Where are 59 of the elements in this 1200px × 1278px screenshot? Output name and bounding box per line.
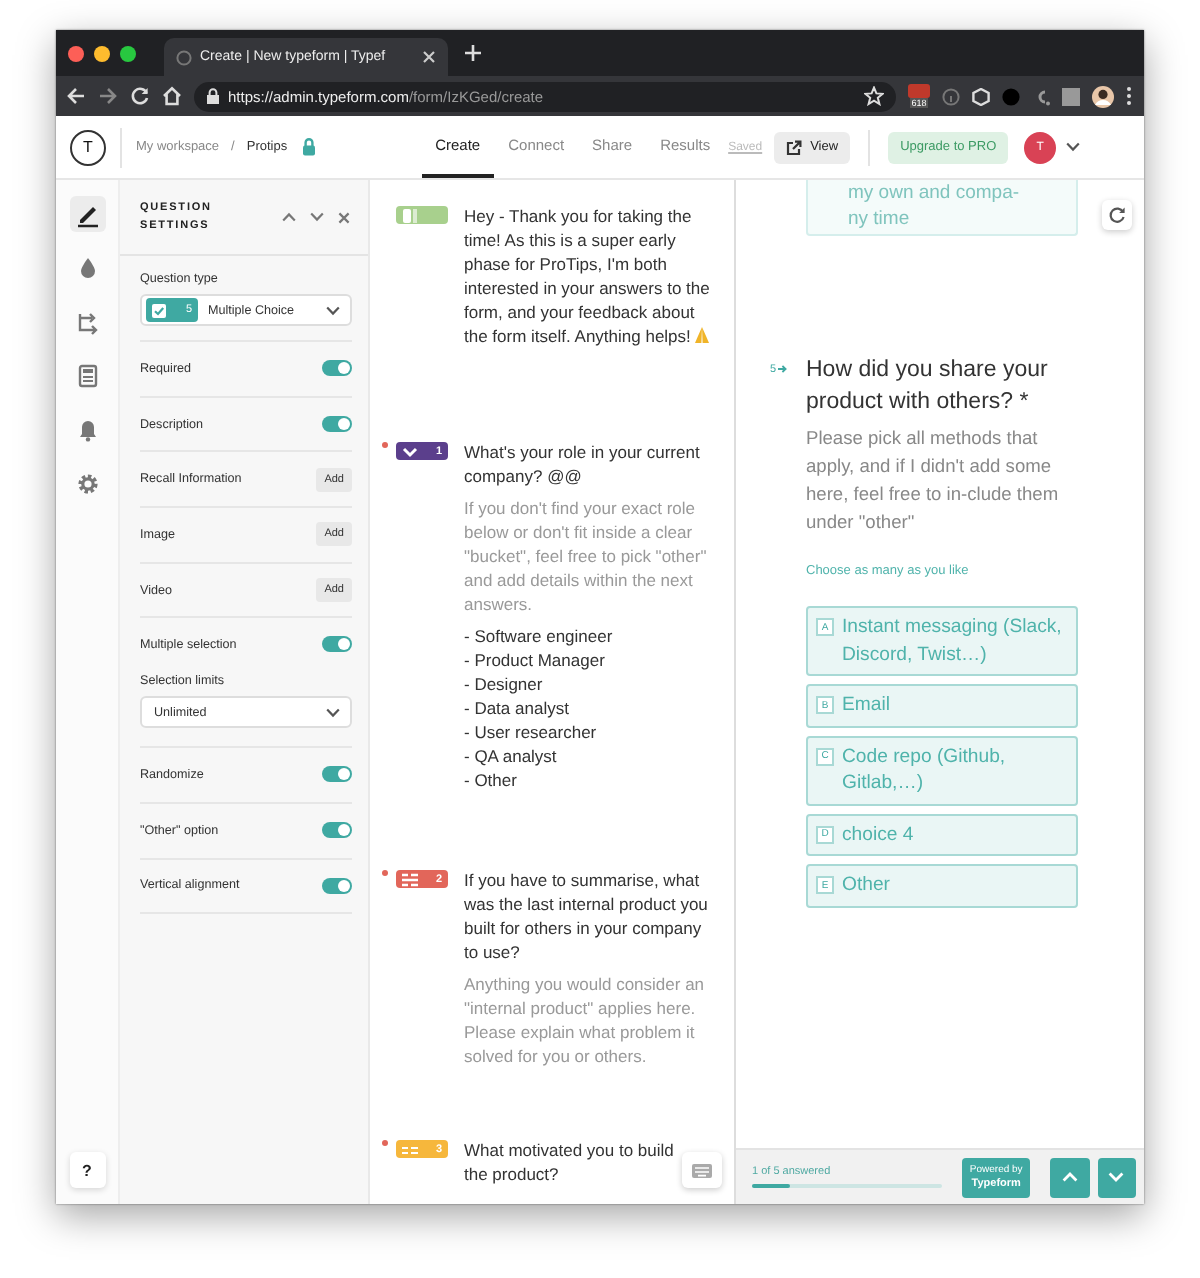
reload-icon[interactable] [130,86,150,106]
list-item: - User researcher [464,720,599,744]
close-icon[interactable] [338,211,350,223]
question-type-icon [402,871,418,887]
globe-icon [176,49,192,65]
close-icon[interactable] [422,50,436,64]
question-title[interactable]: What's your role in your current company? @@ [464,440,720,488]
square-icon[interactable] [1062,87,1080,105]
list-item: - QA analyst [464,744,559,768]
question-description: Please pick all methods that apply, and if I didn't add some here, feel free to in-clude them under "other" [806,426,1061,536]
question-description: Anything you would consider an "internal product" applies here. Please explain what problem it solved for you or others. [464,972,707,1068]
lock-icon [206,88,220,104]
next-button[interactable] [1097,1157,1136,1197]
help-button[interactable]: ? [69,1152,105,1188]
toggle-switch[interactable] [322,360,352,377]
plus-icon[interactable] [464,44,482,62]
logo[interactable]: T [70,129,106,165]
keyboard-icon [692,1163,712,1177]
question-type-icon [402,1141,418,1157]
question-type-icon [402,207,418,223]
question-title[interactable]: If you have to summarise, what was the last internal product you built for others in your company to use? [464,868,720,964]
toggle-switch[interactable] [322,822,352,839]
chevron-down-icon[interactable] [1066,142,1081,152]
back-icon[interactable] [66,86,86,106]
toggle-switch[interactable] [322,636,352,653]
list-item: - Designer [464,672,545,696]
checkbox-icon [152,303,166,317]
chevron-down-icon [1108,1172,1125,1182]
toggle-switch[interactable] [322,416,352,433]
chevron-down-icon[interactable] [310,212,324,222]
profile-avatar-icon[interactable] [1092,85,1114,107]
toggle-switch[interactable] [322,766,352,783]
question-type-icon [402,443,418,459]
question-title[interactable]: What motivated you to build the product? [464,1138,684,1186]
hexagon-icon[interactable] [972,87,990,105]
list-item: - Other [464,768,519,792]
pencil-icon[interactable] [69,196,105,232]
list-item: - Product Manager [464,648,607,672]
arrow-right-icon [778,364,789,374]
chevron-down-icon [326,707,340,718]
chevron-down-icon [326,305,340,315]
question-title: How did you share your product with others? * [806,356,1050,417]
question-description: If you don't find your exact role below or don't fit inside a clear "bucket", feel free to pick "other" and add details within the next answers. [464,496,709,616]
list-item: - Software engineer [464,624,615,648]
chevron-up-icon[interactable] [282,212,296,222]
lock-icon[interactable] [301,138,316,156]
question-title[interactable]: Hey - Thank you for taking the time! As this is a super early phase for ProTips, I'm both interested in your answers to the form, and your feedback about the form itself. Anything helps! [464,204,720,348]
previous-button[interactable] [1050,1157,1090,1197]
home-icon[interactable] [162,86,182,106]
forward-icon[interactable] [98,86,118,106]
star-icon[interactable] [864,86,884,106]
chevron-up-icon [1061,1172,1078,1182]
toggle-switch[interactable] [322,877,352,894]
info-icon[interactable] [942,87,960,105]
list-item: - Data analyst [464,696,571,720]
refresh-icon[interactable] [1102,200,1132,230]
more-icon[interactable] [1126,86,1132,106]
keyboard-shortcuts-button[interactable] [682,1152,722,1188]
external-link-icon [786,139,803,155]
